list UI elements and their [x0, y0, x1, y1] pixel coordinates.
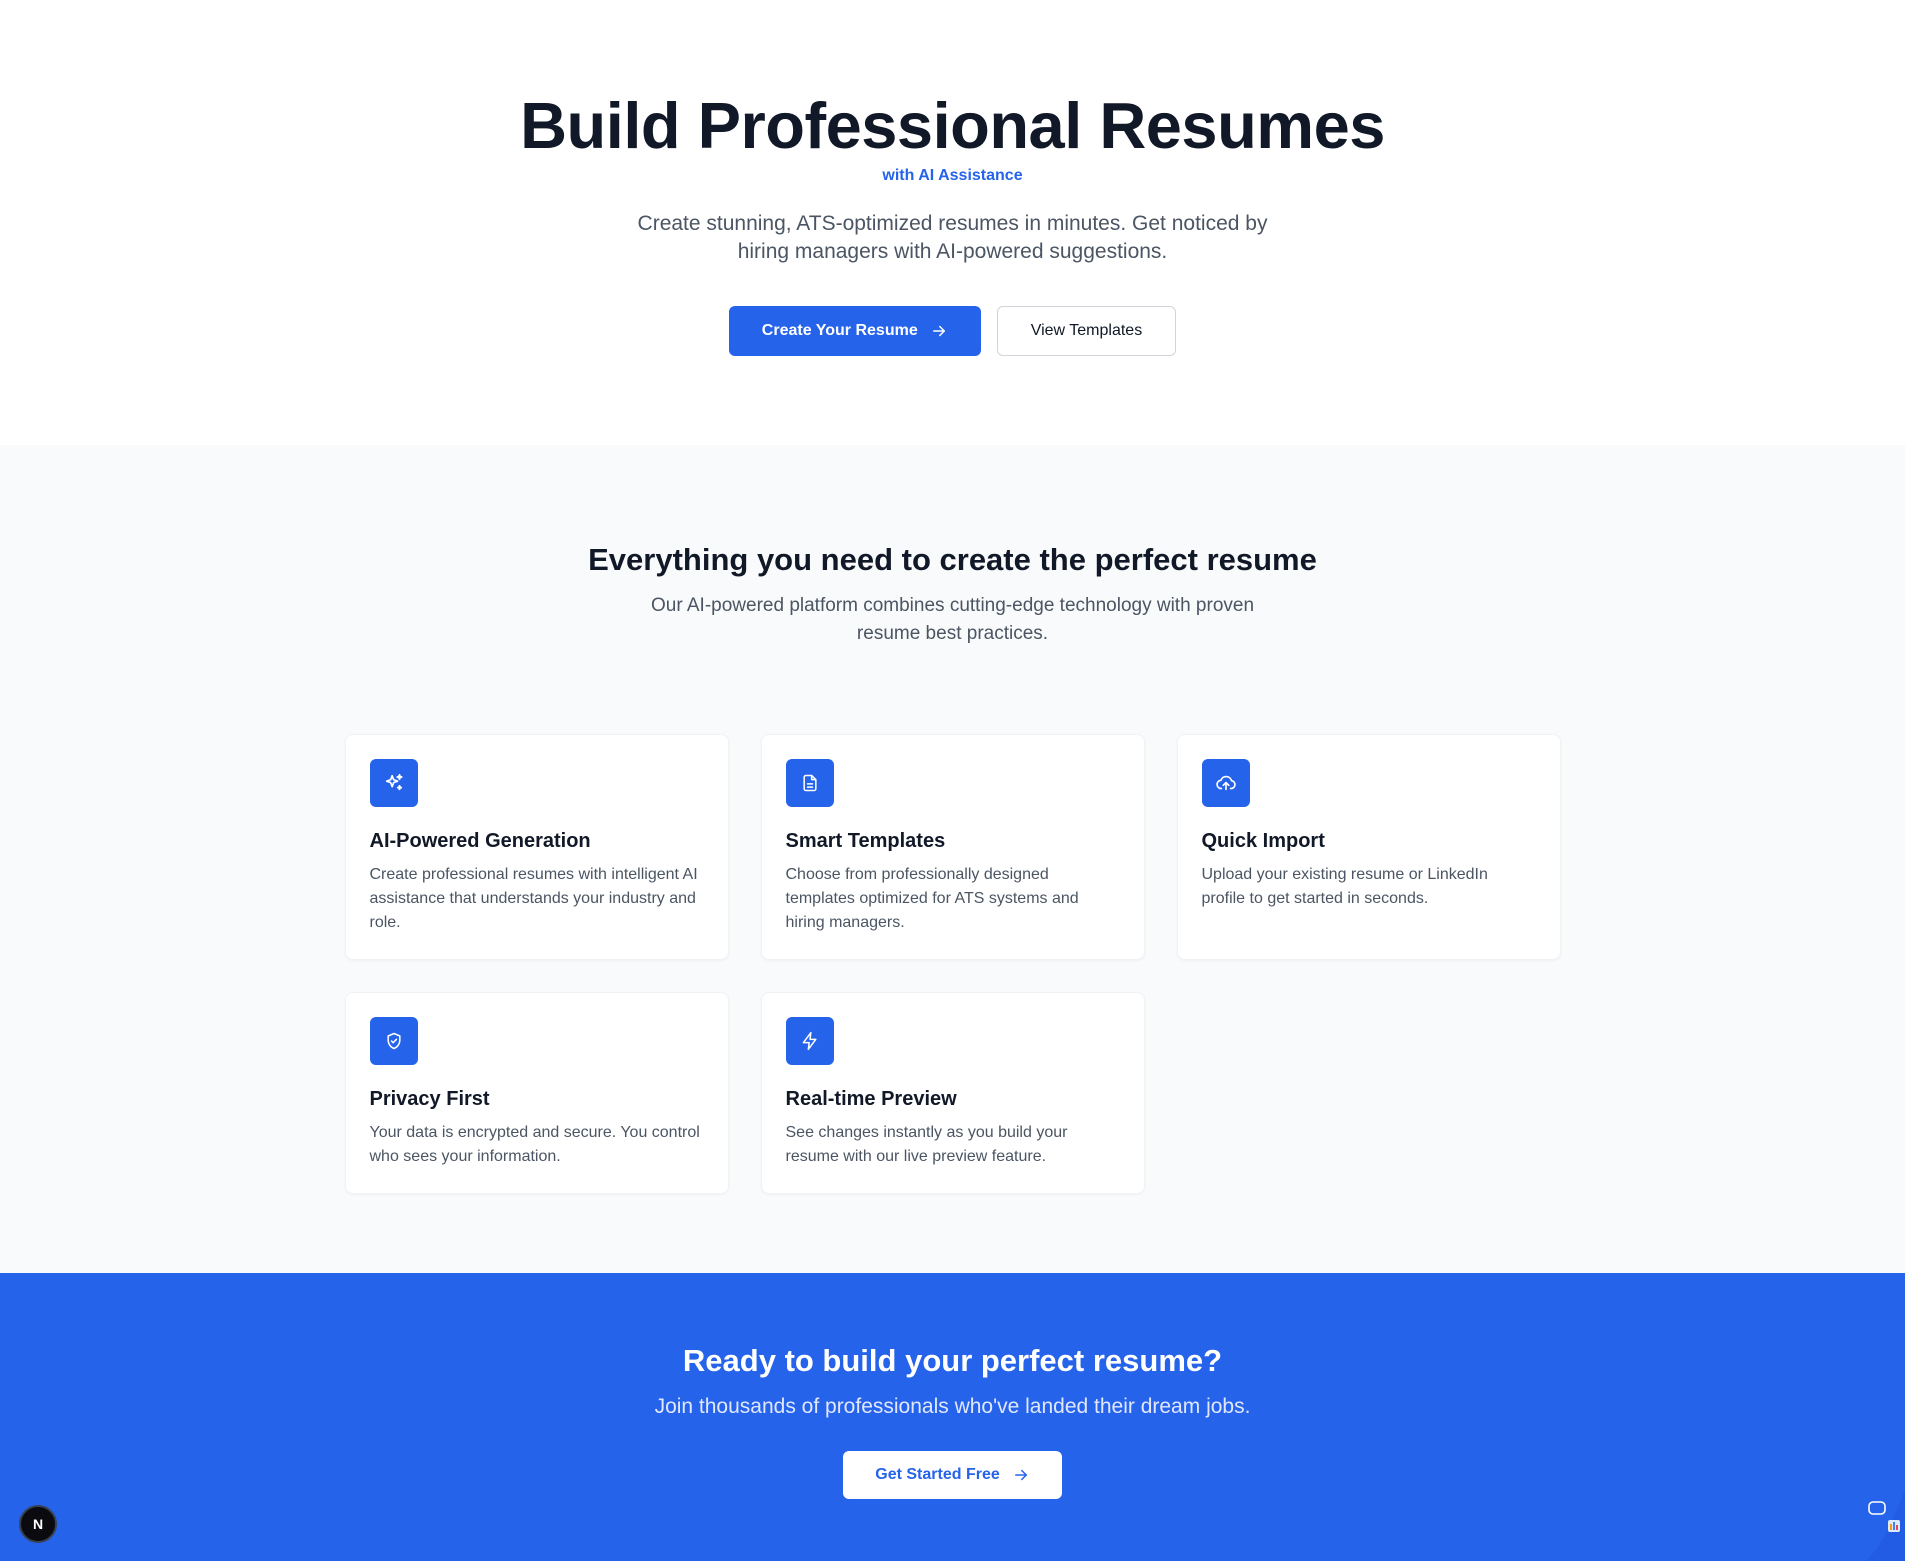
feature-card-privacy: Privacy First Your data is encrypted and…: [344, 992, 729, 1194]
dev-tools-badge-label: N: [32, 1516, 44, 1532]
features-title: Everything you need to create the perfec…: [588, 542, 1317, 577]
feature-description: Your data is encrypted and secure. You c…: [369, 1124, 700, 1165]
sparkles-icon: [369, 759, 418, 807]
document-icon: [785, 759, 834, 807]
feature-title: Quick Import: [1201, 830, 1325, 852]
feature-card-ai-generation: AI-Powered Generation Create professiona…: [344, 734, 729, 960]
feature-title: Privacy First: [369, 1088, 490, 1110]
arrow-right-icon: [932, 325, 945, 337]
feature-title: AI-Powered Generation: [369, 830, 591, 852]
hero-subtitle: Create stunning, ATS-optimized resumes i…: [637, 212, 1268, 263]
feature-card-quick-import: Quick Import Upload your existing resume…: [1176, 734, 1561, 960]
view-templates-label: View Templates: [1030, 322, 1143, 339]
features-section: Everything you need to create the perfec…: [0, 445, 1905, 1273]
feature-description: Upload your existing resume or LinkedIn …: [1201, 866, 1488, 907]
feature-description: Choose from professionally designed temp…: [785, 866, 1079, 931]
chat-bubble-icon: [1865, 1490, 1905, 1561]
feature-card-smart-templates: Smart Templates Choose from professional…: [760, 734, 1145, 960]
hero-actions: Create Your Resume View Templates: [0, 306, 1905, 356]
get-started-button[interactable]: Get Started Free: [843, 1451, 1062, 1499]
create-resume-label: Create Your Resume: [761, 322, 918, 339]
shield-check-icon: [369, 1017, 418, 1065]
features-subtitle: Our AI-powered platform combines cutting…: [650, 595, 1255, 644]
cta-subtitle: Join thousands of professionals who've l…: [654, 1395, 1251, 1418]
cta-section: Ready to build your perfect resume? Join…: [0, 1273, 1905, 1561]
dev-tools-badge[interactable]: N: [19, 1505, 57, 1543]
feature-title: Real-time Preview: [785, 1088, 957, 1110]
hero-section: Build Professional Resumes with AI Assis…: [0, 0, 1905, 445]
feature-description: See changes instantly as you build your …: [785, 1124, 1068, 1165]
cta-title: Ready to build your perfect resume?: [682, 1343, 1223, 1378]
hero-title: Build Professional Resumes: [520, 89, 1385, 162]
get-started-label: Get Started Free: [875, 1466, 1000, 1483]
feature-card-realtime-preview: Real-time Preview See changes instantly …: [760, 992, 1145, 1194]
feature-title: Smart Templates: [785, 830, 946, 852]
arrow-right-icon: [1014, 1469, 1027, 1481]
create-resume-button[interactable]: Create Your Resume: [728, 306, 981, 356]
hero-tagline: with AI Assistance: [882, 167, 1023, 184]
view-templates-button[interactable]: View Templates: [996, 306, 1177, 356]
feature-description: Create professional resumes with intelli…: [369, 866, 698, 931]
cloud-upload-icon: [1201, 759, 1250, 807]
lightning-icon: [785, 1017, 834, 1065]
chat-widget[interactable]: [1845, 1490, 1905, 1561]
features-grid: AI-Powered Generation Create professiona…: [344, 734, 1561, 1194]
